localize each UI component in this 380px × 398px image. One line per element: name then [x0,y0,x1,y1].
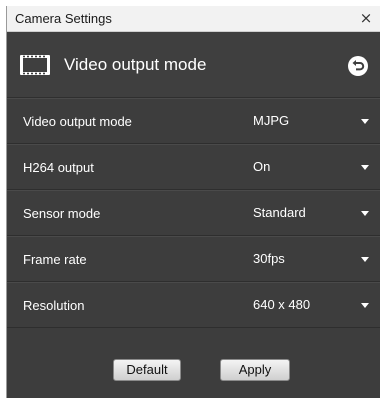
back-icon[interactable] [348,56,368,76]
header-title: Video output mode [64,55,207,74]
section-header: Video output mode [7,32,380,98]
setting-value: On [253,159,271,174]
apply-button[interactable]: Apply [220,359,290,381]
setting-row-video-output-mode[interactable]: Video output mode MJPG [7,98,380,144]
camera-settings-window: Camera Settings × Video output mode Vide… [6,6,380,398]
setting-label: H264 output [23,160,94,175]
setting-row-frame-rate[interactable]: Frame rate 30fps [7,236,380,282]
setting-label: Sensor mode [23,206,101,221]
film-icon [20,55,50,75]
settings-list: Video output mode MJPG H264 output On Se… [7,98,380,328]
default-button[interactable]: Default [113,359,181,381]
setting-label: Resolution [23,298,85,313]
setting-value: 640 x 480 [253,297,311,312]
dropdown-caret-icon[interactable] [361,303,369,308]
setting-row-resolution[interactable]: Resolution 640 x 480 [7,282,380,328]
dropdown-caret-icon[interactable] [361,211,369,216]
setting-label: Frame rate [23,252,87,267]
setting-row-sensor-mode[interactable]: Sensor mode Standard [7,190,380,236]
setting-label: Video output mode [23,114,132,129]
dropdown-caret-icon[interactable] [361,257,369,262]
title-bar: Camera Settings × [7,6,380,32]
setting-value: Standard [253,205,306,220]
window-title: Camera Settings [15,11,112,26]
setting-value: MJPG [253,113,290,128]
dropdown-caret-icon[interactable] [361,119,369,124]
close-icon[interactable]: × [359,9,373,27]
setting-value: 30fps [253,251,285,266]
dropdown-caret-icon[interactable] [361,165,369,170]
setting-row-h264-output[interactable]: H264 output On [7,144,380,190]
